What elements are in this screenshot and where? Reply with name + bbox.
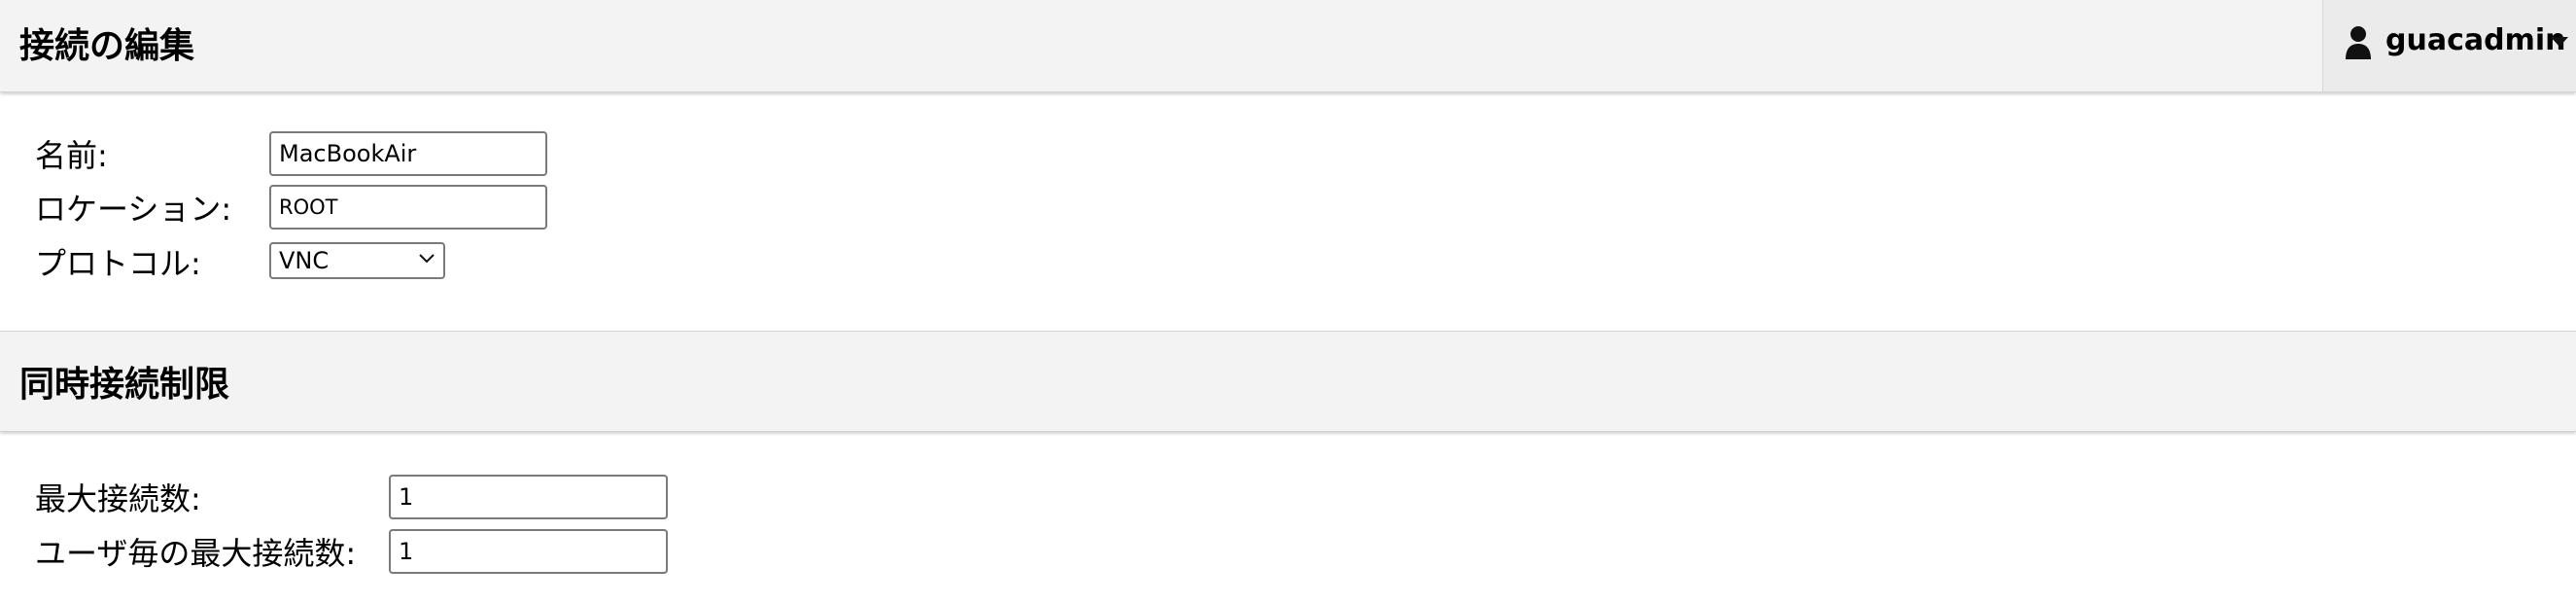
protocol-label: プロトコル: (35, 245, 201, 282)
max-connections-label: 最大接続数: (35, 480, 201, 517)
protocol-select-value: VNC (279, 247, 330, 274)
max-per-user-input[interactable] (389, 529, 668, 574)
location-input[interactable] (269, 185, 547, 230)
protocol-select[interactable]: VNC (269, 242, 445, 279)
page-title: 接続の編集 (19, 26, 195, 66)
name-label: 名前: (35, 137, 108, 174)
max-connections-input[interactable] (389, 475, 668, 519)
name-input[interactable] (269, 131, 547, 176)
page-header: 接続の編集 guacadmin (0, 0, 2576, 92)
section-title-limits: 同時接続制限 (19, 365, 230, 405)
caret-down-icon (2551, 37, 2568, 47)
user-name: guacadmin (2385, 23, 2566, 57)
max-per-user-label: ユーザ毎の最大接続数: (35, 535, 357, 572)
user-icon (2346, 26, 2371, 59)
location-label: ロケーション: (35, 191, 232, 228)
section-header-limits: 同時接続制限 (0, 331, 2576, 432)
user-menu-button[interactable]: guacadmin (2322, 0, 2576, 91)
chevron-down-icon (419, 254, 435, 264)
